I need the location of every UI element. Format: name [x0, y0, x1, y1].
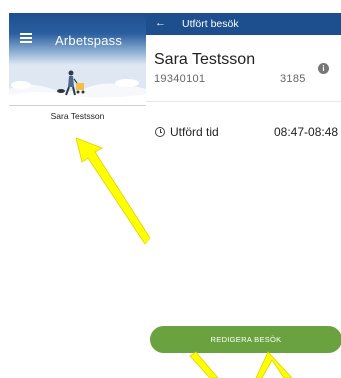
page-title: Utfört besök — [182, 18, 239, 30]
clock-icon — [155, 127, 165, 137]
menu-icon[interactable] — [20, 33, 32, 43]
right-app-header: ← Utfört besök — [146, 13, 341, 35]
time-label: Utförd tid — [170, 125, 219, 139]
section-divider — [146, 101, 341, 102]
time-value: 08:47-08:48 — [274, 125, 339, 139]
arrow-annotation-left — [75, 137, 151, 245]
arrow-left-icon[interactable]: ← — [155, 17, 166, 29]
info-icon[interactable]: i — [318, 63, 329, 74]
patient-name: Sara Testsson — [154, 51, 256, 68]
right-screen: ← Utfört besök Sara Testsson 19340101 31… — [146, 13, 341, 378]
patient-list-item[interactable]: Sara Testsson — [9, 111, 146, 121]
left-header-title: Arbetspass — [55, 33, 123, 48]
patient-id: 19340101 — [154, 73, 206, 85]
left-divider — [9, 105, 146, 106]
patient-number: 3185 — [280, 73, 306, 85]
left-screen: Arbetspass Sara Testsson — [9, 13, 146, 125]
header-illustration — [9, 65, 146, 106]
edit-visit-button[interactable]: REDIGERA BESÖK — [150, 326, 341, 353]
left-app-header: Arbetspass — [9, 13, 146, 65]
